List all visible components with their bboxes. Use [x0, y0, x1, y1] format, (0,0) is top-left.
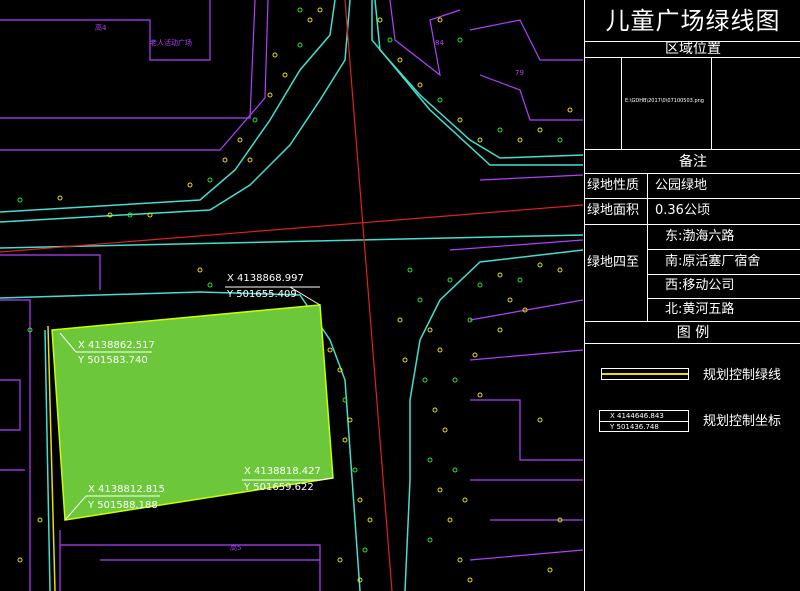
boundary-east: 东:渤海六路 — [665, 229, 735, 244]
legend-coord-x: X 4144646.843 — [610, 412, 664, 420]
label-block-84: 84 — [435, 39, 444, 47]
legend-header: 图 例 — [676, 325, 710, 341]
coord-sw-x: X 4138812.815 — [88, 484, 165, 495]
legend-header-row: 图 例 — [585, 322, 800, 344]
coord-sw-y: Y 501588.188 — [87, 500, 158, 511]
label-square-name: 老人活动广场 — [150, 38, 192, 47]
attr-value-area: 0.36公顷 — [655, 203, 710, 218]
attr-value-type: 公园绿地 — [655, 178, 708, 193]
label-bottom-building: 高5 — [230, 543, 241, 552]
coord-se-y: Y 501659.622 — [243, 482, 314, 493]
boundary-south: 南:原活塞厂宿舍 — [665, 254, 761, 269]
label-block-79: 79 — [515, 69, 524, 77]
boundary-west: 西:移动公司 — [665, 278, 735, 293]
coord-ne-y: Y 501655.409 — [226, 289, 297, 300]
legend-line-swatch — [601, 368, 689, 380]
label-top-left-building: 高4 — [95, 23, 107, 32]
coord-ne-x: X 4138868.997 — [227, 273, 304, 284]
attr-row-type: 绿地性质 公园绿地 — [585, 174, 800, 199]
remarks-header: 备注 — [679, 154, 707, 170]
attr-key-type: 绿地性质 — [587, 178, 640, 193]
legend-coord-label: 规划控制坐标 — [703, 414, 782, 429]
boundary-north: 北:黄河五路 — [665, 302, 735, 317]
green-line-map[interactable]: X 4138868.997 Y 501655.409 X 4138862.517… — [0, 0, 584, 591]
remarks-header-row: 备注 — [585, 150, 800, 174]
coord-se-x: X 4138818.427 — [244, 466, 321, 477]
coord-nw-x: X 4138862.517 — [78, 340, 155, 351]
location-inset: E:\GDHB\2017\0\07100503.png — [585, 58, 800, 150]
attr-row-area: 绿地面积 0.36公顷 — [585, 199, 800, 225]
location-header: 区域位置 — [585, 42, 800, 58]
legend-panel: 儿童广场绿线图 区域位置 E:\GDHB\2017\0\07100503.png… — [584, 0, 800, 591]
boundary-block: 绿地四至 东:渤海六路 南:原活塞厂宿舍 西:移动公司 北:黄河五路 — [585, 225, 800, 322]
location-image-placeholder: E:\GDHB\2017\0\07100503.png — [625, 98, 704, 104]
legend-body: 规划控制绿线 X 4144646.843 Y 501436.748 规划控制坐标 — [585, 344, 800, 591]
attr-key-area: 绿地面积 — [587, 203, 640, 218]
boundary-key: 绿地四至 — [587, 255, 640, 270]
legend-coord-y: Y 501436.748 — [610, 423, 659, 431]
coord-nw-y: Y 501583.740 — [77, 355, 148, 366]
legend-coord-swatch: X 4144646.843 Y 501436.748 — [599, 410, 689, 432]
map-title: 儿童广场绿线图 — [585, 0, 800, 42]
legend-line-label: 规划控制绿线 — [703, 368, 782, 383]
